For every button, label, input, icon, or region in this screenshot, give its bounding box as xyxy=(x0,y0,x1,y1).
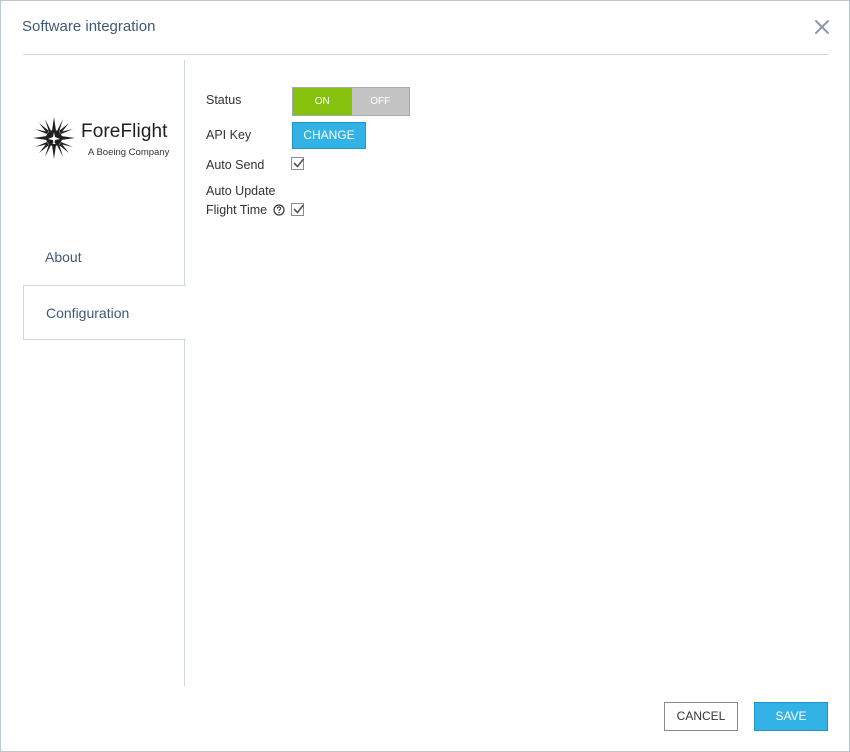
logo-name: ForeFlight xyxy=(81,121,168,142)
checkmark-icon xyxy=(293,204,304,214)
close-icon[interactable] xyxy=(812,17,832,37)
help-icon[interactable] xyxy=(273,203,285,216)
header-divider xyxy=(23,54,828,55)
nav-item-configuration[interactable]: Configuration xyxy=(23,285,186,340)
status-toggle[interactable]: ON OFF xyxy=(292,87,410,116)
change-api-key-button[interactable]: CHANGE xyxy=(292,122,366,149)
auto-update-flight-time-checkbox[interactable] xyxy=(291,203,304,216)
api-key-label: API Key xyxy=(206,128,252,142)
toggle-on-option[interactable]: ON xyxy=(293,88,352,115)
save-button[interactable]: SAVE xyxy=(754,702,828,731)
status-label: Status xyxy=(206,93,242,107)
auto-send-checkbox[interactable] xyxy=(291,157,304,170)
logo-subtitle: A Boeing Company xyxy=(88,147,170,158)
cancel-button[interactable]: CANCEL xyxy=(664,702,738,731)
flight-time-label: Flight Time xyxy=(206,203,268,217)
foreflight-logo: ForeFlight A Boeing Company xyxy=(31,115,181,163)
auto-send-label: Auto Send xyxy=(206,158,265,172)
foreflight-star-icon xyxy=(33,117,75,159)
toggle-off-option[interactable]: OFF xyxy=(351,88,409,115)
checkmark-icon xyxy=(293,158,304,168)
nav-item-about[interactable]: About xyxy=(23,230,185,285)
software-integration-dialog: Software integration ForeFlight A Boeing… xyxy=(0,0,850,752)
auto-update-label: Auto Update xyxy=(206,184,276,198)
dialog-title: Software integration xyxy=(22,18,156,35)
sidebar-divider xyxy=(184,60,185,686)
